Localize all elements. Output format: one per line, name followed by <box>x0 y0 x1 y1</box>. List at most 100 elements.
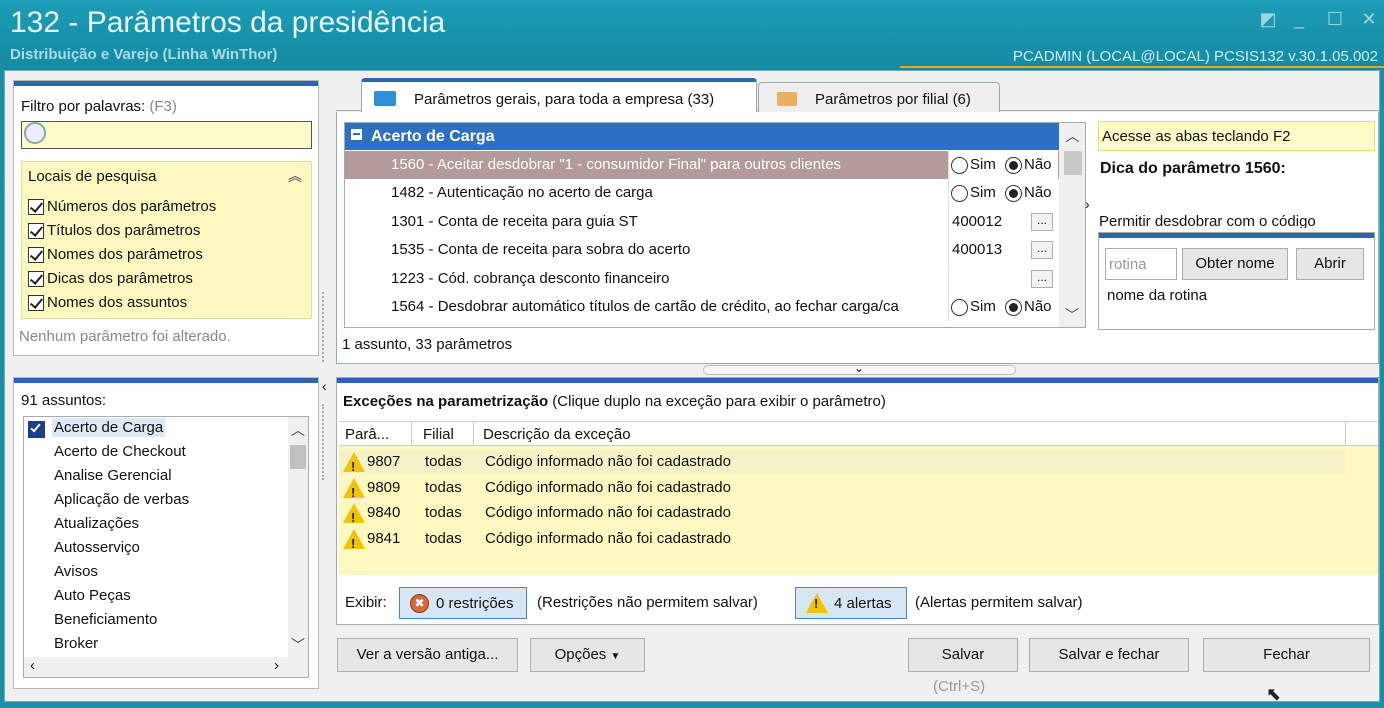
ellipsis-button[interactable]: ... <box>1031 213 1053 231</box>
exception-row[interactable]: 9841 todas Código informado não foi cadast… <box>339 527 1345 556</box>
subject-item[interactable]: Auto Peças <box>54 587 131 604</box>
ellipsis-button[interactable]: ... <box>1031 270 1053 288</box>
exception-filial: todas <box>425 453 462 470</box>
save-button[interactable]: Salvar <box>908 638 1018 672</box>
mouse-cursor-icon: ⬉ <box>1266 684 1282 704</box>
subject-item[interactable]: Aplicação de verbas <box>54 491 189 508</box>
subject-item[interactable]: Beneficiamento <box>54 611 157 628</box>
magnifier-icon <box>24 122 46 144</box>
search-locations: Locais de pesquisa ︽ Números dos parâmet… <box>21 161 312 319</box>
exception-row[interactable]: 9809 todas Código informado não foi cadast… <box>339 476 1345 505</box>
tab-branch[interactable]: Parâmetros por filial (6) <box>758 82 1000 114</box>
subject-item[interactable]: Avisos <box>54 563 98 580</box>
radio-sim[interactable]: Sim <box>951 179 996 207</box>
exception-desc: Código informado não foi cadastrado <box>485 478 731 496</box>
restrictions-note: (Restrições não permitem salvar) <box>537 594 758 611</box>
user-info: PCADMIN (LOCAL@LOCAL) PCSIS132 v.30.1.05… <box>1012 48 1378 65</box>
exception-filial: todas <box>425 504 462 521</box>
options-button[interactable]: Opções ▼ <box>530 638 645 672</box>
radio-sim[interactable]: Sim <box>951 151 996 179</box>
exceptions-panel: Exceções na parametrização (Clique duplo… <box>336 377 1379 625</box>
folder-icon <box>777 92 797 106</box>
subject-item[interactable]: Atualizações <box>54 515 139 532</box>
vertical-splitter[interactable]: ⌄ <box>703 361 1016 375</box>
exceptions-table[interactable]: Parâ... Filial Descrição da exceção 9807… <box>339 421 1378 575</box>
collapse-icon[interactable]: ︽ <box>288 166 302 186</box>
exceptions-subtitle: (Clique duplo na exceção para exibir o p… <box>552 393 886 410</box>
param-value[interactable]: Sim Não <box>948 151 1058 179</box>
collapse-left-icon[interactable]: ‹ <box>322 378 327 394</box>
filter-label: Filtro por palavras: (F3) <box>21 98 177 115</box>
param-row[interactable]: 1223 - Cód. cobrança desconto financeiro… <box>345 265 1059 293</box>
get-name-button[interactable]: Obter nome <box>1182 248 1288 280</box>
exception-filial: todas <box>425 529 462 547</box>
change-status: Nenhum parâmetro foi alterado. <box>19 328 231 345</box>
warning-icon <box>806 593 828 613</box>
warning-icon <box>343 501 365 530</box>
param-value[interactable]: 400013... <box>948 236 1058 264</box>
param-value[interactable]: Sim Não <box>948 293 1058 321</box>
warning-icon <box>343 450 365 479</box>
close-icon[interactable]: ✕ <box>1358 8 1380 30</box>
tab-general-label: Parâmetros gerais, para toda a empresa <box>414 91 684 108</box>
rotina-input[interactable]: rotina <box>1105 248 1177 280</box>
param-row[interactable]: 1301 - Conta de receita para guia ST 4000… <box>345 208 1059 236</box>
param-value[interactable]: 400012... <box>948 208 1058 236</box>
expand-hint-icon[interactable]: › <box>1085 196 1090 212</box>
param-row[interactable]: 1564 - Desdobrar automático títulos de c… <box>345 293 1059 321</box>
alerts-button[interactable]: 4 alertas <box>795 587 907 619</box>
param-label: 1564 - Desdobrar automático títulos de c… <box>391 298 899 315</box>
exception-row[interactable]: 9807 todas Código informado não foi cadast… <box>339 450 1345 479</box>
param-row[interactable]: 1560 - Aceitar desdobrar "1 - consumidor… <box>345 151 1059 179</box>
exception-row[interactable]: 9840 todas Código informado não foi cadast… <box>339 501 1345 530</box>
minimize-icon[interactable]: _ <box>1288 8 1310 30</box>
radio-nao[interactable]: Não <box>1005 151 1052 179</box>
param-row[interactable]: 1535 - Conta de receita para sobra do ac… <box>345 236 1059 264</box>
radio-nao[interactable]: Não <box>1005 293 1052 321</box>
hint-text: Permitir desdobrar com o código <box>1099 213 1316 228</box>
window-subtitle: Distribuição e Varejo (Linha WinThor) <box>10 46 278 63</box>
option-hints[interactable]: Dicas dos parâmetros <box>28 270 193 288</box>
tab-general[interactable]: Parâmetros gerais, para toda a empresa (… <box>361 78 757 114</box>
restore-icon[interactable]: ◩ <box>1257 8 1279 30</box>
exception-param: 9807 <box>367 453 401 470</box>
filter-input[interactable] <box>21 121 312 149</box>
maximize-icon[interactable]: ☐ <box>1324 8 1346 30</box>
params-scrollbar[interactable]: ︿ ﹀ <box>1059 123 1085 327</box>
param-label: 1482 - Autenticação no acerto de carga <box>391 184 653 201</box>
param-value[interactable]: ... <box>948 265 1058 293</box>
option-numbers[interactable]: Números dos parâmetros <box>28 198 216 216</box>
params-grid[interactable]: Acerto de Carga 1560 - Aceitar desdobrar… <box>344 122 1086 328</box>
subjects-list[interactable]: Acerto de Carga Acerto de Checkout Anali… <box>23 416 309 678</box>
group-header[interactable]: Acerto de Carga <box>345 123 1059 150</box>
chevron-down-icon[interactable]: ⌄ <box>854 361 864 375</box>
option-subjects[interactable]: Nomes dos assuntos <box>28 294 187 312</box>
restrictions-button[interactable]: ✖ 0 restrições <box>399 587 527 619</box>
subject-item[interactable]: Analise Gerencial <box>54 467 172 484</box>
option-names[interactable]: Nomes dos parâmetros <box>28 246 203 264</box>
radio-sim[interactable]: Sim <box>951 293 996 321</box>
checked-icon <box>28 421 45 438</box>
splitter-handle[interactable] <box>322 292 328 362</box>
exception-desc: Código informado não foi cadastrado <box>485 453 731 470</box>
horizontal-scrollbar[interactable]: ‹ › <box>24 657 308 677</box>
subject-item[interactable]: Autosserviço <box>54 539 140 556</box>
radio-nao[interactable]: Não <box>1005 179 1052 207</box>
subject-item[interactable]: Acerto de Carga <box>52 418 166 437</box>
save-close-button[interactable]: Salvar e fechar <box>1029 638 1189 672</box>
window-title: 132 - Parâmetros da presidência <box>10 6 446 39</box>
subject-item[interactable]: Broker <box>54 635 98 652</box>
subject-item[interactable]: Acerto de Checkout <box>54 443 186 460</box>
param-value[interactable]: Sim Não <box>948 179 1058 207</box>
exception-param: 9841 <box>367 529 401 547</box>
collapse-group-icon[interactable] <box>351 129 362 140</box>
open-button[interactable]: Abrir <box>1296 248 1364 280</box>
warning-icon <box>343 527 365 556</box>
ellipsis-button[interactable]: ... <box>1031 241 1053 259</box>
vertical-scrollbar[interactable]: ︿ ﹀ <box>288 417 308 657</box>
param-row[interactable]: 1482 - Autenticação no acerto de carga Si… <box>345 179 1059 207</box>
old-version-button[interactable]: Ver a versão antiga... <box>337 638 518 672</box>
option-titles[interactable]: Títulos dos parâmetros <box>28 222 200 240</box>
close-button[interactable]: Fechar <box>1203 638 1370 672</box>
splitter-handle-2[interactable] <box>322 404 328 480</box>
